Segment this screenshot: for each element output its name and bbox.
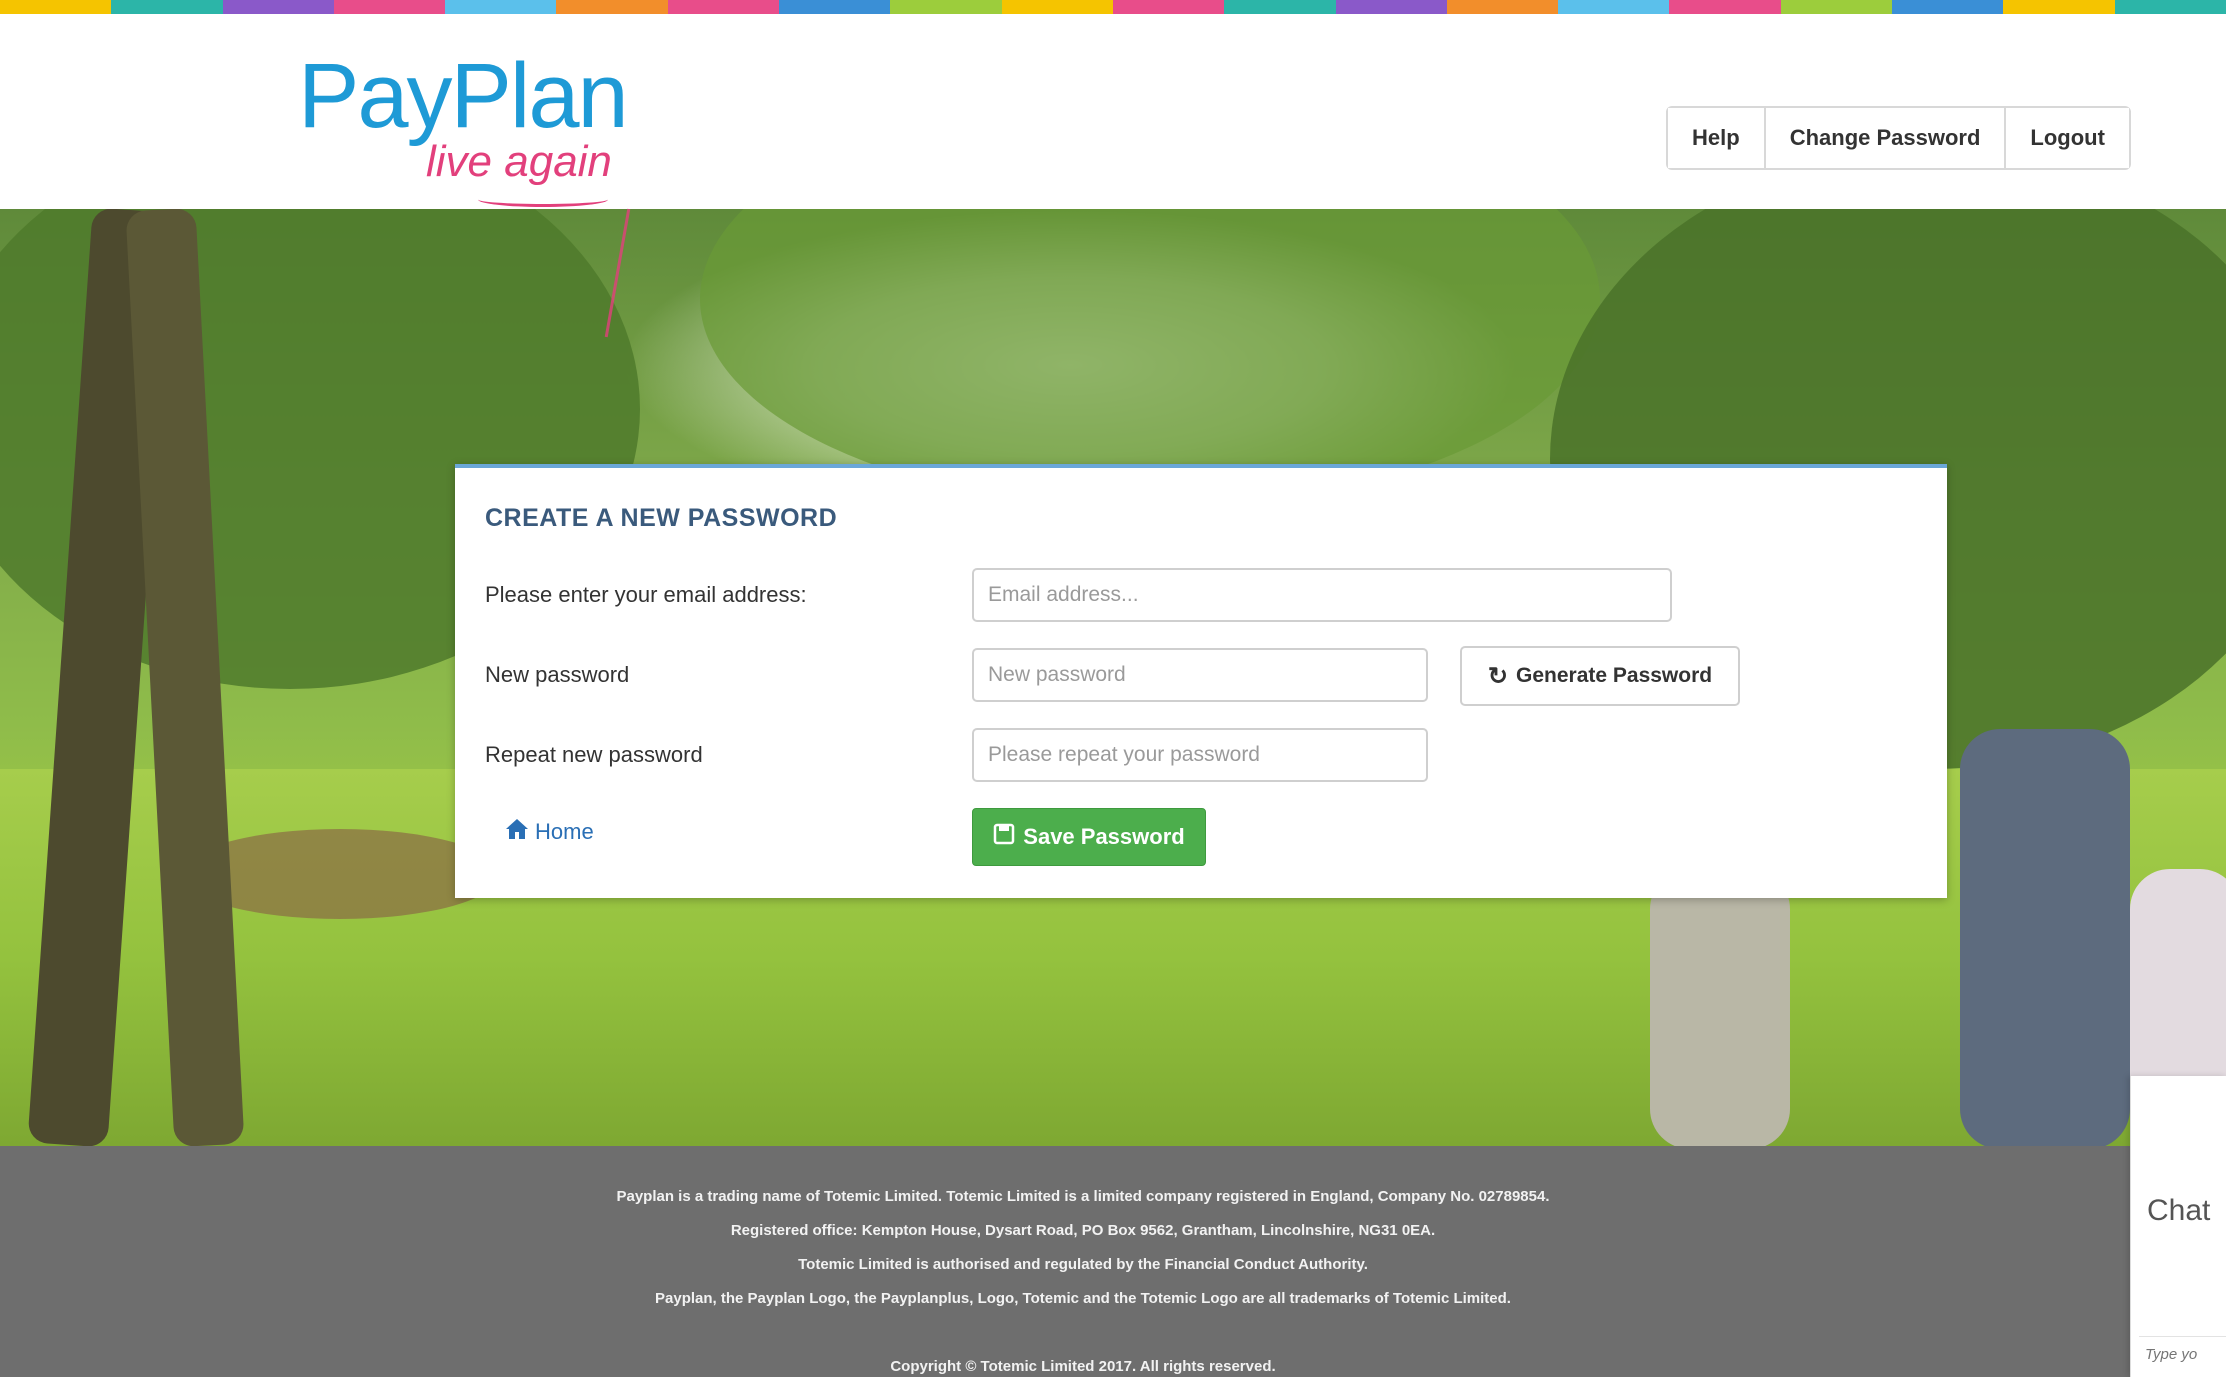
logo-wordmark: PayPlan [298,45,629,147]
save-icon [993,823,1015,851]
logout-button[interactable]: Logout [2006,108,2129,168]
new-password-input[interactable] [972,648,1428,702]
header: PayPlan live again Help Change Password … [0,14,2226,209]
footer-line-1: Payplan is a trading name of Totemic Lim… [616,1188,1550,1205]
person-child-left [1650,869,1790,1146]
stripe-segment [890,0,1002,14]
stripe-segment [1335,0,1447,14]
stripe-segment [1892,0,2004,14]
stripe-segment [0,0,112,14]
footer-copyright: Copyright © Totemic Limited 2017. All ri… [890,1358,1276,1375]
refresh-icon: ↻ [1487,662,1508,690]
stripe-segment [556,0,668,14]
stripe-segment [2003,0,2115,14]
stripe-segment [1446,0,1559,14]
change-password-button[interactable]: Change Password [1765,108,2007,168]
stripe-segment [1558,0,1670,14]
repeat-password-label: Repeat new password [485,742,703,767]
card-title: CREATE A NEW PASSWORD [485,504,838,532]
footer-line-3: Totemic Limited is authorised and regula… [798,1256,1368,1273]
stripe-segment [667,0,780,14]
stripe-segment [1224,0,1336,14]
create-password-card: CREATE A NEW PASSWORD Please enter your … [455,464,1947,898]
home-icon [505,818,529,846]
repeat-password-input[interactable] [972,728,1428,782]
stripe-segment [1001,0,1113,14]
chat-message-input[interactable] [2139,1336,2226,1372]
email-label: Please enter your email address: [485,582,807,607]
stripe-segment [1669,0,1781,14]
stripe-segment [111,0,223,14]
email-input[interactable] [972,568,1672,622]
stripe-segment [1780,0,1893,14]
logo-tagline: live again [426,137,612,186]
stripe-segment [333,0,446,14]
person-adult [1960,729,2130,1146]
help-button[interactable]: Help [1668,108,1766,168]
stripe-segment [222,0,334,14]
home-link[interactable]: Home [505,818,594,846]
generate-password-button[interactable]: ↻ Generate Password [1460,646,1740,706]
stripe-segment [1112,0,1225,14]
stripe-segment [2114,0,2226,14]
generate-password-label: Generate Password [1516,664,1713,687]
save-password-label: Save Password [1023,824,1185,849]
footer: Payplan is a trading name of Totemic Lim… [0,1146,2226,1377]
stripe-segment [445,0,557,14]
save-password-button[interactable]: Save Password [972,808,1206,866]
footer-line-2: Registered office: Kempton House, Dysart… [730,1222,1436,1239]
chat-title: Chat [2147,1194,2211,1227]
logo-swoosh [478,192,608,207]
payplan-logo[interactable]: PayPlan live again [298,34,638,214]
new-password-label: New password [485,662,630,687]
top-nav: Help Change Password Logout [1666,106,2131,170]
home-link-label: Home [535,819,594,844]
chat-widget[interactable]: Chat [2130,1076,2226,1377]
top-color-stripe [0,0,2226,14]
footer-line-4: Payplan, the Payplan Logo, the Payplanpl… [655,1290,1511,1307]
stripe-segment [779,0,891,14]
